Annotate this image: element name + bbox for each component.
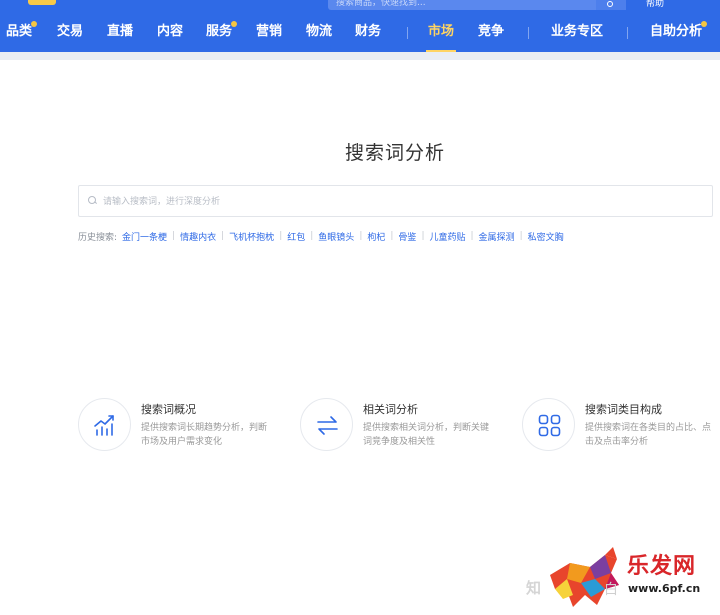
nav-item-marketing[interactable]: 营销 (256, 22, 282, 42)
nav-item-label: 直播 (107, 24, 134, 39)
brand-watermark: 乐发网 (627, 553, 697, 579)
keyword-search-input[interactable] (103, 192, 703, 212)
keyword-search-box[interactable] (78, 185, 713, 217)
nav-item-logistics[interactable]: 物流 (306, 22, 332, 42)
history-separator: | (470, 231, 474, 241)
history-item[interactable]: 私密文胸 (528, 230, 564, 243)
nav-item-label: 自助分析 (650, 24, 703, 39)
notification-dot-icon (231, 21, 238, 27)
nav-item-label: 交易 (57, 24, 84, 39)
feature-category-composition[interactable]: 搜索词类目构成 提供搜索词在各类目的占比、点击及点击率分析 (522, 398, 720, 454)
history-item[interactable]: 儿童药贴 (429, 230, 465, 243)
history-separator: | (279, 231, 283, 241)
feature-title: 搜索词类目构成 (585, 403, 662, 416)
feature-icon-circle (78, 398, 131, 451)
brand-url: www.6pf.cn (628, 582, 701, 595)
zhihu-watermark: 知 (526, 579, 542, 597)
search-icon (88, 196, 97, 205)
history-label: 历史搜索: (78, 232, 118, 243)
nav-item-label: 服务 (206, 24, 233, 39)
nav-item-label: 物流 (306, 24, 333, 39)
history-item[interactable]: 金门一条梗 (122, 230, 167, 243)
nav-item-label: 内容 (157, 24, 184, 39)
bull-logo-icon (550, 547, 619, 607)
nav-item-competition[interactable]: 竞争 (478, 22, 504, 42)
nav-item-label: 市场 (428, 24, 455, 39)
feature-icon-circle (300, 398, 353, 451)
history-item[interactable]: 鱼眼镜头 (318, 230, 354, 243)
history-separator: | (221, 231, 225, 241)
nav-item-service[interactable]: 服务 (206, 21, 238, 42)
history-separator: | (359, 231, 363, 241)
new-badge (28, 0, 56, 5)
history-separator: | (421, 231, 425, 241)
history-item[interactable]: 枸杞 (367, 230, 385, 243)
watermark-sub-text: 白 (604, 582, 618, 598)
feature-related-words[interactable]: 相关词分析 提供搜索相关词分析，判断关键词竞争度及相关性 (300, 398, 500, 454)
notification-dot-icon (31, 21, 38, 27)
help-link[interactable]: 帮助 (646, 0, 664, 9)
global-search-bar[interactable]: 搜索商品，快速找到... (328, 0, 626, 10)
search-icon (607, 1, 613, 7)
feature-search-overview[interactable]: 搜索词概况 提供搜索词长期趋势分析，判断市场及用户需求变化 (78, 398, 278, 454)
nav-divider (528, 27, 529, 39)
nav-item-market[interactable]: 市场 (425, 22, 457, 52)
nav-item-self-analysis[interactable]: 自助分析 (650, 21, 708, 42)
nav-item-trade[interactable]: 交易 (57, 22, 83, 42)
nav-item-label: 业务专区 (551, 24, 604, 39)
history-item[interactable]: 红包 (287, 230, 305, 243)
global-search-button[interactable] (596, 0, 626, 10)
top-nav-bar: 搜索商品，快速找到... 帮助 品类 交易 直播 内容 服务 营销 物流 财务 … (0, 0, 720, 52)
feature-description: 提供搜索词长期趋势分析，判断市场及用户需求变化 (141, 423, 268, 447)
sub-nav-band (0, 52, 720, 60)
feature-icon-circle (522, 398, 575, 451)
nav-item-label: 品类 (6, 24, 33, 39)
swap-arrows-icon (317, 416, 338, 435)
nav-item-finance[interactable]: 财务 (355, 22, 381, 42)
feature-title: 相关词分析 (363, 403, 418, 416)
nav-item-label: 竞争 (478, 24, 505, 39)
history-separator: | (390, 231, 394, 241)
nav-item-label: 营销 (256, 24, 283, 39)
nav-divider (627, 27, 628, 39)
nav-item-live[interactable]: 直播 (107, 22, 133, 42)
history-item[interactable]: 飞机杯抱枕 (229, 230, 274, 243)
history-item[interactable]: 骨鉴 (398, 230, 416, 243)
history-item[interactable]: 情趣内衣 (180, 230, 216, 243)
global-search-placeholder: 搜索商品，快速找到... (336, 0, 426, 8)
nav-item-business-zone[interactable]: 业务专区 (551, 22, 603, 42)
notification-dot-icon (701, 21, 708, 27)
nav-divider (407, 27, 408, 39)
page-title: 搜索词分析 (344, 142, 445, 164)
search-history: 历史搜索: 金门一条梗 | 情趣内衣 | 飞机杯抱枕 | 红包 | 鱼眼镜头 |… (78, 229, 564, 243)
grid-squares-icon (538, 414, 561, 437)
trend-chart-icon (94, 415, 114, 436)
history-separator: | (172, 231, 176, 241)
feature-title: 搜索词概况 (141, 403, 196, 416)
nav-item-label: 财务 (355, 24, 382, 39)
nav-item-category[interactable]: 品类 (6, 21, 38, 42)
feature-description: 提供搜索相关词分析，判断关键词竞争度及相关性 (363, 423, 490, 447)
history-item[interactable]: 金属探测 (479, 230, 515, 243)
history-separator: | (310, 231, 314, 241)
nav-item-content[interactable]: 内容 (157, 22, 183, 42)
feature-description: 提供搜索词在各类目的占比、点击及点击率分析 (585, 423, 712, 447)
history-separator: | (519, 231, 523, 241)
